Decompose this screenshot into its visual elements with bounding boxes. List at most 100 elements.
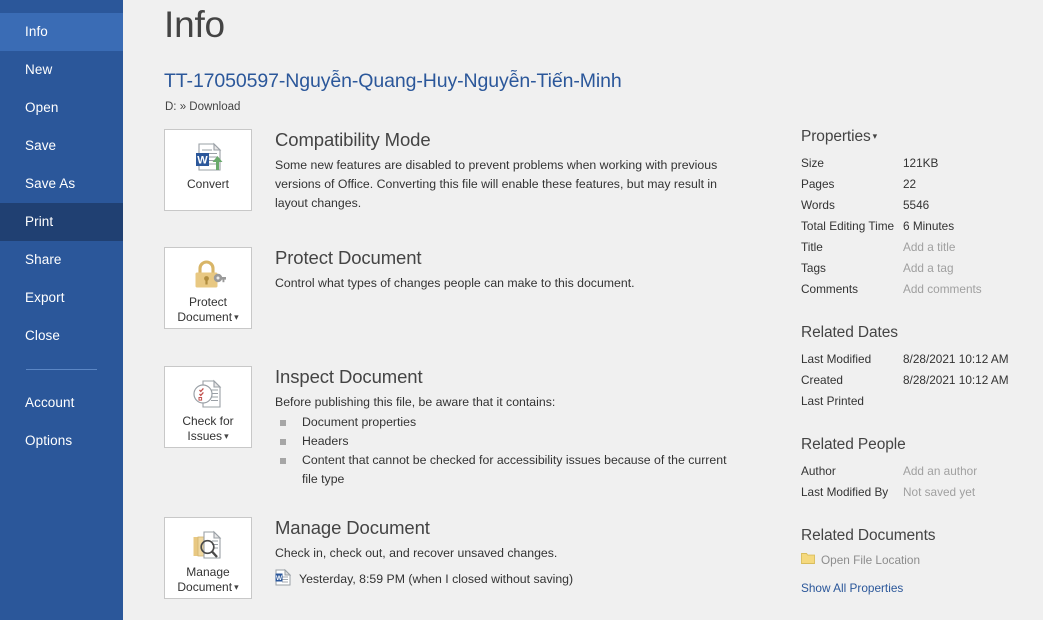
compatibility-mode-body: Compatibility Mode Some new features are… xyxy=(275,129,725,213)
property-label: Size xyxy=(801,156,824,170)
sidebar-item-export[interactable]: Export xyxy=(0,279,123,317)
protect-document-heading: Protect Document xyxy=(275,247,422,268)
property-row-comments: Comments Add comments xyxy=(801,279,1043,300)
property-row-title: Title Add a title xyxy=(801,237,1043,258)
convert-button[interactable]: W Convert xyxy=(164,129,252,211)
chevron-down-icon: ▾ xyxy=(872,131,878,142)
sidebar-item-label: Save As xyxy=(25,176,76,191)
person-value: Not saved yet xyxy=(903,485,976,499)
compatibility-mode-heading: Compatibility Mode xyxy=(275,129,431,150)
word-document-convert-icon: W xyxy=(190,139,226,175)
backstage-content: Info TT-17050597-Nguyễn-Quang-Huy-Nguyễn… xyxy=(123,0,1043,620)
inspect-document-body: Inspect Document Before publishing this … xyxy=(275,366,735,489)
sidebar-item-save-as[interactable]: Save As xyxy=(0,165,123,203)
sidebar-item-info[interactable]: Info xyxy=(0,13,123,51)
date-label: Last Modified xyxy=(801,352,872,366)
date-label: Last Printed xyxy=(801,394,864,408)
protect-document-button-label: Protect Document ▾ xyxy=(177,295,239,324)
property-row-words: Words 5546 xyxy=(801,195,1043,216)
folder-icon xyxy=(801,552,815,568)
sidebar-item-label: Open xyxy=(25,100,59,115)
list-item: Headers xyxy=(275,432,735,451)
date-value: 8/28/2021 10:12 AM xyxy=(903,352,1009,366)
sidebar-item-close[interactable]: Close xyxy=(0,317,123,355)
open-file-location-label: Open File Location xyxy=(821,553,921,567)
document-inspect-icon xyxy=(190,376,226,412)
manage-document-button-label: Manage Document ▾ xyxy=(177,565,239,594)
sidebar-item-label: Print xyxy=(25,214,54,229)
related-people-heading: Related People xyxy=(801,436,906,453)
inspect-document-findings: Document properties Headers Content that… xyxy=(275,413,735,489)
sidebar-item-account[interactable]: Account xyxy=(0,384,123,422)
property-row-tags: Tags Add a tag xyxy=(801,258,1043,279)
sidebar-item-new[interactable]: New xyxy=(0,51,123,89)
sidebar-item-label: Save xyxy=(25,138,57,153)
property-row-pages: Pages 22 xyxy=(801,174,1043,195)
sidebar-item-label: Account xyxy=(25,395,75,410)
sidebar-item-options[interactable]: Options xyxy=(0,422,123,460)
document-path: D: » Download xyxy=(165,101,241,113)
sidebar-item-save[interactable]: Save xyxy=(0,127,123,165)
property-value[interactable]: 5546 xyxy=(903,195,929,216)
property-value[interactable]: 121KB xyxy=(903,153,938,174)
date-row-created: Created 8/28/2021 10:12 AM xyxy=(801,370,1043,391)
page-title: Info xyxy=(164,4,225,45)
manage-document-description: Check in, check out, and recover unsaved… xyxy=(275,546,558,560)
sidebar-item-open[interactable]: Open xyxy=(0,89,123,127)
property-label: Pages xyxy=(801,177,835,191)
convert-button-label: Convert xyxy=(186,177,230,191)
person-value-author-input[interactable]: Add an author xyxy=(903,461,977,482)
word-backstage-info-screen: Info New Open Save Save As Print Share E… xyxy=(0,0,1043,620)
unsaved-recovery-label: Yesterday, 8:59 PM (when I closed withou… xyxy=(299,572,574,586)
sidebar-item-label: Share xyxy=(25,252,62,267)
show-all-properties-link[interactable]: Show All Properties xyxy=(801,581,1043,595)
sidebar-item-share[interactable]: Share xyxy=(0,241,123,279)
property-row-total-editing-time: Total Editing Time 6 Minutes xyxy=(801,216,1043,237)
document-title: TT-17050597-Nguyễn-Quang-Huy-Nguyễn-Tiến… xyxy=(164,70,622,92)
manage-document-heading: Manage Document xyxy=(275,517,430,538)
chevron-down-icon: ▾ xyxy=(224,431,229,442)
padlock-key-icon xyxy=(190,257,226,293)
property-row-size: Size 121KB xyxy=(801,153,1043,174)
protect-document-body: Protect Document Control what types of c… xyxy=(275,247,725,293)
property-label: Comments xyxy=(801,282,859,296)
manage-document-body: Manage Document Check in, check out, and… xyxy=(275,517,735,589)
person-label: Author xyxy=(801,464,836,478)
sidebar-divider xyxy=(26,369,97,370)
svg-text:W: W xyxy=(276,575,283,582)
property-label: Total Editing Time xyxy=(801,219,895,233)
properties-heading[interactable]: Properties ▾ xyxy=(801,128,1043,146)
open-file-location-link[interactable]: Open File Location xyxy=(801,552,1043,568)
property-value-title-input[interactable]: Add a title xyxy=(903,237,955,258)
inspect-document-description: Before publishing this file, be aware th… xyxy=(275,395,556,409)
check-for-issues-button-label: Check for Issues ▾ xyxy=(182,414,234,443)
protect-document-button[interactable]: Protect Document ▾ xyxy=(164,247,252,329)
sidebar-item-label: Export xyxy=(25,290,65,305)
property-value-comments-input[interactable]: Add comments xyxy=(903,279,982,300)
property-value[interactable]: 22 xyxy=(903,174,916,195)
check-for-issues-button[interactable]: Check for Issues ▾ xyxy=(164,366,252,448)
person-row-author: Author Add an author xyxy=(801,461,1043,482)
date-label: Created xyxy=(801,373,843,387)
manage-document-button[interactable]: Manage Document ▾ xyxy=(164,517,252,599)
person-label: Last Modified By xyxy=(801,485,889,499)
property-value[interactable]: 6 Minutes xyxy=(903,216,954,237)
date-row-last-printed: Last Printed xyxy=(801,391,1043,412)
person-row-last-modified-by: Last Modified By Not saved yet xyxy=(801,482,1043,503)
list-item: Document properties xyxy=(275,413,735,432)
sidebar-item-label: New xyxy=(25,62,53,77)
protect-document-description: Control what types of changes people can… xyxy=(275,276,635,290)
date-value: 8/28/2021 10:12 AM xyxy=(903,373,1009,387)
property-label: Tags xyxy=(801,261,826,275)
related-dates-heading: Related Dates xyxy=(801,324,898,341)
sidebar-item-label: Close xyxy=(25,328,61,343)
related-documents-heading: Related Documents xyxy=(801,527,936,544)
property-value-tags-input[interactable]: Add a tag xyxy=(903,258,954,279)
sidebar-item-label: Info xyxy=(25,24,48,39)
list-item: Content that cannot be checked for acces… xyxy=(275,451,735,489)
documents-stack-search-icon xyxy=(190,527,226,563)
word-file-icon: W xyxy=(275,568,292,589)
backstage-sidebar: Info New Open Save Save As Print Share E… xyxy=(0,0,123,620)
unsaved-recovery-item[interactable]: W Yesterday, 8:59 PM (when I closed with… xyxy=(275,568,735,589)
sidebar-item-print[interactable]: Print xyxy=(0,203,123,241)
